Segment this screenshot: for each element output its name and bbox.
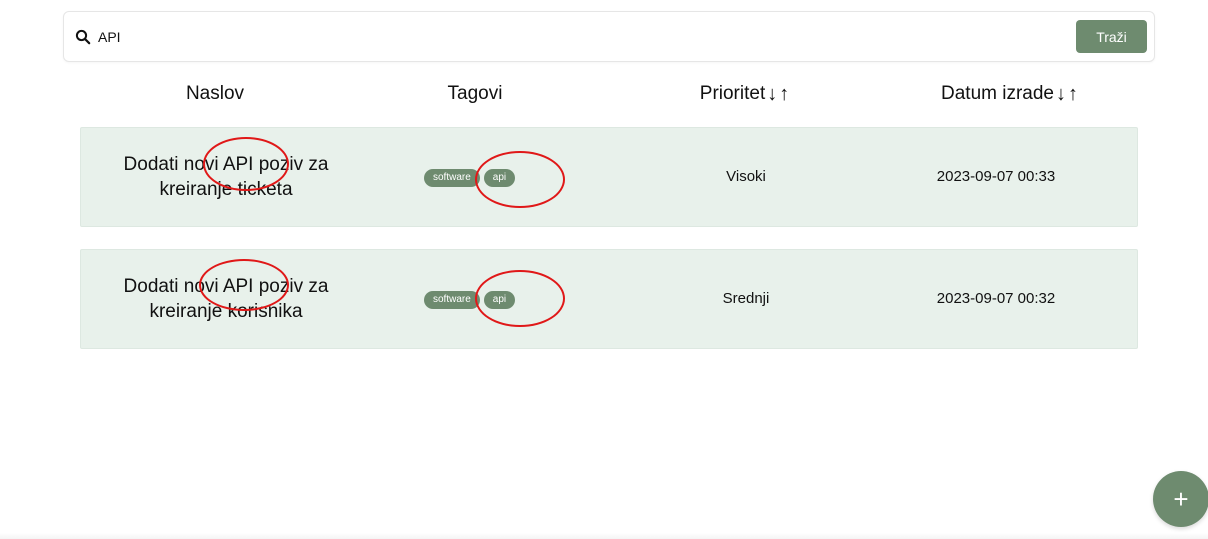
plus-icon: + — [1173, 484, 1189, 514]
sort-ascending-icon[interactable]: ↑ — [1067, 84, 1079, 104]
column-header-priority: Prioritet ↓ ↑ — [650, 82, 840, 106]
sort-descending-icon[interactable]: ↓ — [766, 84, 778, 104]
search-button[interactable]: Traži — [1076, 20, 1147, 53]
add-ticket-button[interactable]: + — [1153, 471, 1208, 527]
column-header-tags: Tagovi — [390, 82, 560, 106]
tag-badge[interactable]: api — [483, 291, 516, 309]
column-header-tags-label: Tagovi — [447, 83, 503, 104]
ticket-priority: Visoki — [726, 168, 766, 185]
bottom-divider — [0, 533, 1208, 539]
tag-badge[interactable]: software — [424, 169, 480, 187]
sort-descending-icon[interactable]: ↓ — [1055, 84, 1067, 104]
tag-badge[interactable]: software — [424, 291, 480, 309]
column-header-date: Datum izrade ↓ ↑ — [900, 82, 1120, 106]
search-bar: Traži — [63, 11, 1155, 62]
tag-badge[interactable]: api — [483, 169, 516, 187]
ticket-created-date: 2023-09-07 00:33 — [936, 168, 1056, 185]
column-header-title: Naslov — [110, 82, 320, 106]
ticket-created-date: 2023-09-07 00:32 — [936, 290, 1056, 307]
ticket-tags: software api — [424, 291, 516, 309]
ticket-title: Dodati novi API poziv za kreiranje ticke… — [123, 154, 329, 200]
search-icon — [75, 29, 91, 45]
table-row[interactable]: Dodati novi API poziv za kreiranje ticke… — [80, 127, 1138, 227]
sort-ascending-icon[interactable]: ↑ — [778, 84, 790, 104]
ticket-priority: Srednji — [722, 290, 770, 307]
column-header-date-label: Datum izrade — [941, 83, 1054, 104]
column-header-title-label: Naslov — [185, 83, 245, 104]
column-header-priority-label: Prioritet — [699, 83, 766, 104]
ticket-list-page: Traži Naslov Tagovi Prioritet ↓ ↑ Datum … — [0, 0, 1208, 539]
ticket-tags: software api — [424, 169, 516, 187]
table-row[interactable]: Dodati novi API poziv za kreiranje koris… — [80, 249, 1138, 349]
search-input[interactable] — [98, 26, 998, 48]
ticket-title: Dodati novi API poziv za kreiranje koris… — [123, 276, 329, 322]
